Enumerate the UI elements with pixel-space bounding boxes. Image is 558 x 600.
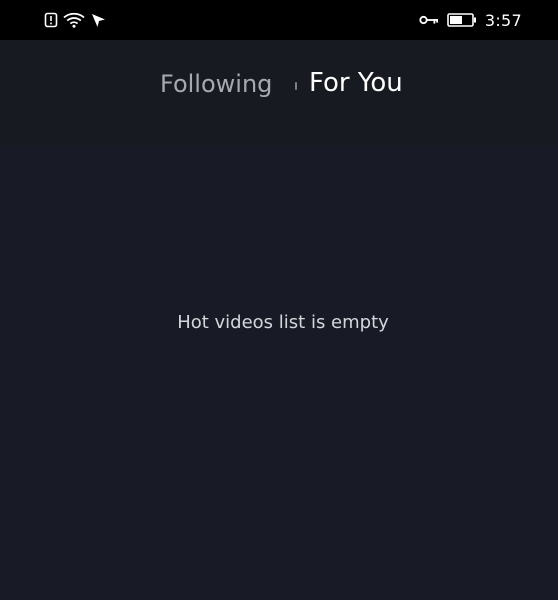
battery-icon <box>447 13 477 27</box>
app-screen: 3:57 Following For You Hot videos list i… <box>0 0 558 600</box>
status-right-icons: 3:57 <box>419 10 522 30</box>
status-time: 3:57 <box>484 10 522 30</box>
notification-sim-icon <box>44 12 58 28</box>
vpn-key-icon <box>419 14 439 26</box>
feed-header: Following For You <box>0 40 558 146</box>
status-bar: 3:57 <box>0 0 558 40</box>
tab-divider <box>295 82 297 90</box>
feed-tabs: Following For You <box>0 68 558 108</box>
tab-for-you[interactable]: For You <box>309 68 403 98</box>
video-feed-area: Hot videos list is empty <box>0 146 558 600</box>
empty-state-message: Hot videos list is empty <box>177 312 389 333</box>
wifi-icon <box>63 12 85 28</box>
location-arrow-icon <box>90 12 106 28</box>
status-left-icons <box>44 10 106 30</box>
tab-following[interactable]: Following <box>160 70 272 98</box>
